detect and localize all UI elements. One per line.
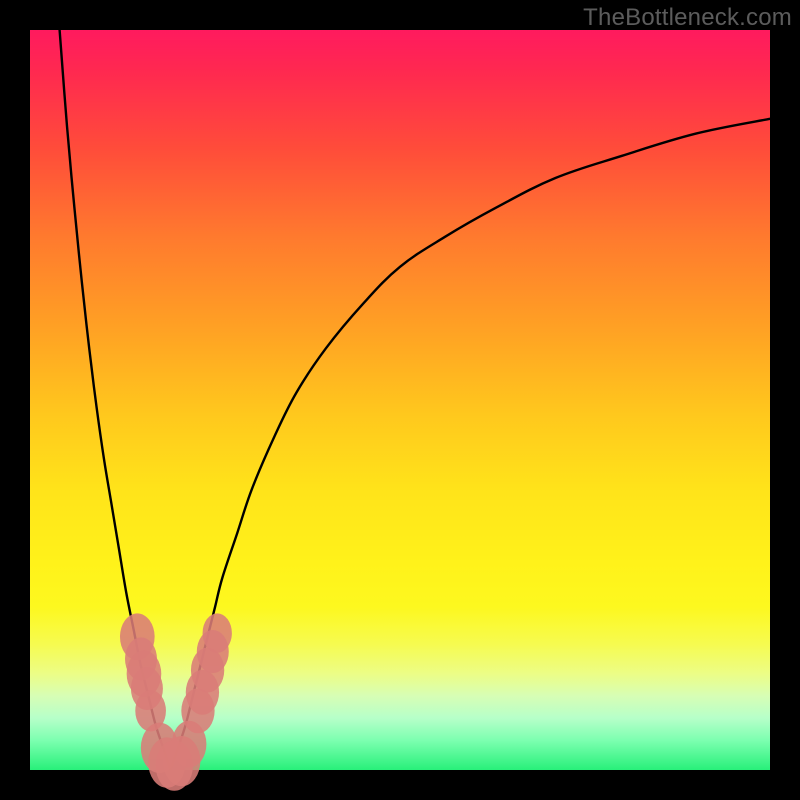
- data-point: [203, 613, 232, 653]
- chart-svg: [30, 30, 770, 770]
- watermark-text: TheBottleneck.com: [583, 4, 792, 32]
- chart-dots-group: [120, 613, 232, 790]
- curve-right-branch: [171, 119, 770, 770]
- chart-frame: TheBottleneck.com: [0, 0, 800, 800]
- chart-lines-group: [60, 30, 770, 770]
- chart-plot-area: [30, 30, 770, 770]
